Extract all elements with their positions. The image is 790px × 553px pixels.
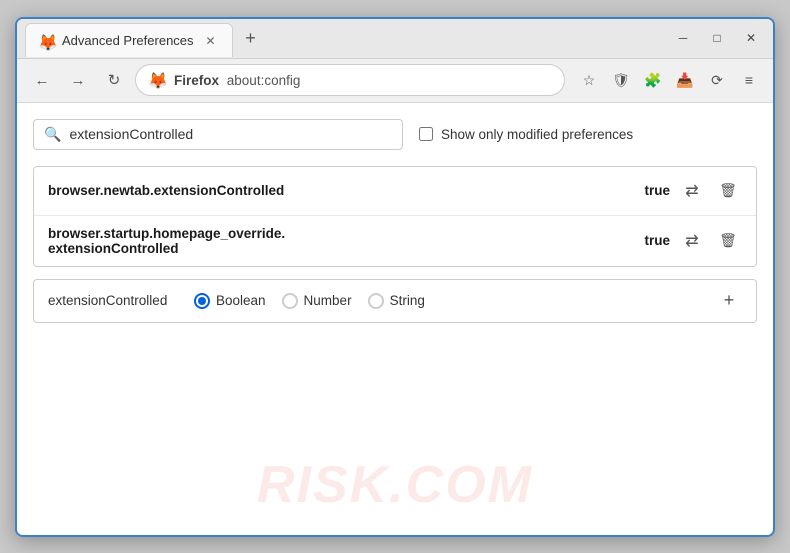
search-box[interactable]: 🔍 [33,119,403,150]
url-text: about:config [227,73,301,88]
tab-favicon: 🦊 [38,33,54,49]
browser-tab[interactable]: 🦊 Advanced Preferences ✕ [25,23,233,57]
close-button[interactable]: ✕ [737,24,765,52]
watermark: RISK.COM [257,455,533,515]
pref-actions-1: 🗑 [678,177,742,205]
show-modified-label[interactable]: Show only modified preferences [419,127,633,142]
swap-button-2[interactable] [678,227,706,255]
forward-button[interactable]: → [63,65,93,95]
pocket-icon[interactable]: 📥 [671,66,699,94]
radio-string-circle [368,293,384,309]
radio-string[interactable]: String [368,293,425,309]
toolbar-icons: ☆ 🛡 🧩 📥 ⟳ ≡ [575,66,763,94]
pref-value-2: true [632,233,670,248]
swap-icon-2 [685,231,698,251]
pref-actions-2: 🗑 [678,227,742,255]
browser-window: 🦊 Advanced Preferences ✕ + ─ □ ✕ ← → ↻ 🦊… [15,17,775,537]
delete-button-1[interactable]: 🗑 [714,177,742,205]
swap-button-1[interactable] [678,177,706,205]
pref-row-1: browser.newtab.extensionControlled true … [34,167,756,216]
radio-boolean[interactable]: Boolean [194,293,266,309]
search-input[interactable] [69,126,392,142]
bookmark-icon[interactable]: ☆ [575,66,603,94]
delete-button-2[interactable]: 🗑 [714,227,742,255]
pref-row-2: browser.startup.homepage_override. exten… [34,216,756,266]
pref-value-1: true [632,183,670,198]
radio-boolean-circle [194,293,210,309]
pref-name-2-line2: extensionControlled [48,241,179,256]
pref-name-1: browser.newtab.extensionControlled [48,183,624,198]
trash-icon-2: 🗑 [719,232,737,249]
tab-close-button[interactable]: ✕ [202,32,220,50]
show-modified-checkbox[interactable] [419,127,433,141]
content-area: 🔍 Show only modified preferences browser… [17,103,773,535]
new-tab-button[interactable]: + [237,24,265,52]
radio-string-label: String [390,293,425,308]
type-radio-group: Boolean Number String [194,293,700,309]
swap-icon-1 [685,181,698,201]
maximize-button[interactable]: □ [703,24,731,52]
firefox-logo-icon: 🦊 [148,71,166,89]
address-bar[interactable]: 🦊 Firefox about:config [135,64,565,96]
radio-boolean-label: Boolean [216,293,266,308]
radio-number-label: Number [304,293,352,308]
title-bar: 🦊 Advanced Preferences ✕ + ─ □ ✕ [17,19,773,59]
tab-title: Advanced Preferences [62,33,194,48]
nav-bar: ← → ↻ 🦊 Firefox about:config ☆ 🛡 🧩 📥 ⟳ ≡ [17,59,773,103]
brand-name: Firefox [174,73,219,88]
trash-icon-1: 🗑 [719,182,737,199]
menu-icon[interactable]: ≡ [735,66,763,94]
show-modified-text: Show only modified preferences [441,127,633,142]
radio-number[interactable]: Number [282,293,352,309]
search-row: 🔍 Show only modified preferences [33,119,757,150]
refresh-button[interactable]: ↻ [99,65,129,95]
minimize-button[interactable]: ─ [669,24,697,52]
add-pref-button[interactable]: + [716,288,742,314]
sync-icon[interactable]: ⟳ [703,66,731,94]
shield-icon[interactable]: 🛡 [607,66,635,94]
preferences-table: browser.newtab.extensionControlled true … [33,166,757,267]
pref-name-2-line1: browser.startup.homepage_override. [48,226,285,241]
search-icon: 🔍 [44,126,61,143]
new-pref-row: extensionControlled Boolean Number Strin… [33,279,757,323]
extension-icon[interactable]: 🧩 [639,66,667,94]
address-text: Firefox about:config [174,73,552,88]
radio-number-circle [282,293,298,309]
back-button[interactable]: ← [27,65,57,95]
new-pref-name: extensionControlled [48,293,178,308]
pref-name-2: browser.startup.homepage_override. exten… [48,226,624,256]
window-controls: ─ □ ✕ [669,24,765,52]
